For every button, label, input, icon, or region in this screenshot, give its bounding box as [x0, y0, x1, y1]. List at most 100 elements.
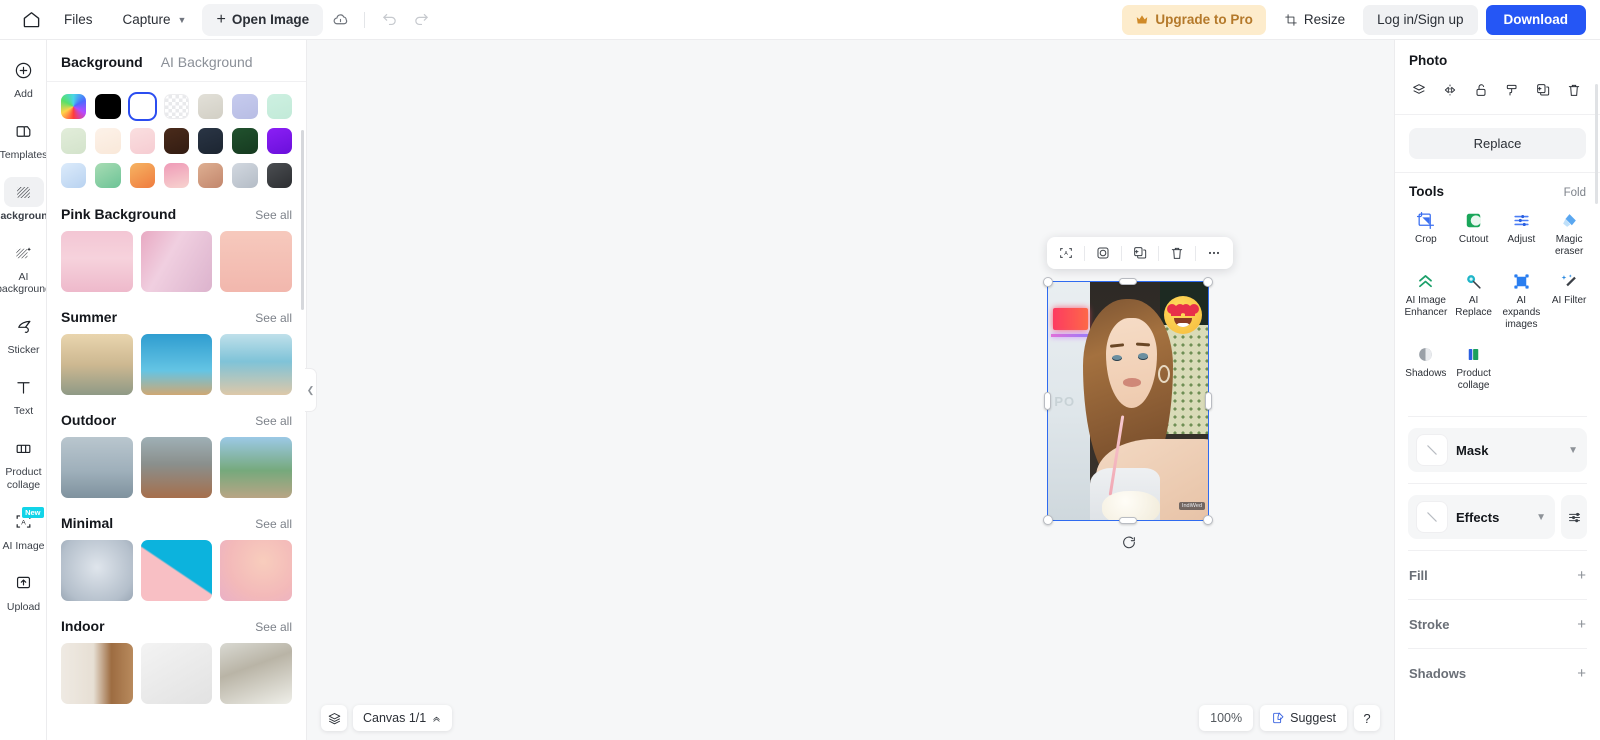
- tool-shadows[interactable]: Shadows: [1403, 341, 1449, 395]
- sidebar-item-ai-background[interactable]: AI background: [0, 233, 46, 299]
- tool-ai-expands-images[interactable]: AI expands images: [1499, 268, 1545, 334]
- thumb-sandy-beach-sea[interactable]: [220, 333, 292, 395]
- swatch-dark-brown[interactable]: [163, 128, 190, 154]
- tool-ai-replace[interactable]: AI Replace: [1451, 268, 1497, 334]
- swatch-sky-gradient[interactable]: [61, 162, 87, 188]
- thumb-mountain-forest-road[interactable]: [220, 436, 292, 498]
- thumb-wet-stone-path[interactable]: [61, 436, 133, 498]
- swatch-mint[interactable]: [266, 94, 293, 120]
- tool-ai-filter[interactable]: AI Filter: [1546, 268, 1592, 334]
- thumb-pink-curtain-window[interactable]: [140, 230, 213, 292]
- right-panel-scrollbar[interactable]: [1595, 84, 1598, 204]
- thumb-curtain-wood-wall[interactable]: [61, 642, 133, 704]
- thumb-peach-pink-blur[interactable]: [220, 539, 292, 601]
- see-all-indoor[interactable]: See all: [255, 620, 292, 634]
- download-button[interactable]: Download: [1485, 4, 1586, 35]
- thumb-grey-radial-gradient[interactable]: [61, 539, 133, 601]
- resize-handle-bottom-right[interactable]: [1203, 515, 1213, 525]
- swatch-charcoal-gradient[interactable]: [266, 162, 293, 188]
- swatch-navy[interactable]: [198, 128, 224, 154]
- fill-row[interactable]: Fill +: [1395, 562, 1600, 588]
- thumb-window-white-flowers[interactable]: [220, 642, 292, 704]
- resize-handle-top-left[interactable]: [1043, 277, 1053, 287]
- duplicate-icon[interactable]: [1528, 77, 1557, 103]
- suggest-button[interactable]: Suggest: [1260, 705, 1347, 731]
- sidebar-item-background[interactable]: Background: [0, 172, 46, 226]
- tab-ai-background[interactable]: AI Background: [161, 54, 253, 70]
- swatch-forest[interactable]: [232, 128, 258, 154]
- thumb-pool-water-deck[interactable]: [140, 333, 213, 395]
- zoom-level-control[interactable]: 100%: [1199, 705, 1254, 731]
- files-menu[interactable]: Files: [50, 5, 107, 35]
- more-icon[interactable]: [1200, 240, 1228, 266]
- swatch-orange-gradient[interactable]: [129, 162, 155, 188]
- shadows-row[interactable]: Shadows +: [1395, 660, 1600, 686]
- tab-background[interactable]: Background: [61, 54, 143, 70]
- ai-select-icon[interactable]: A: [1052, 240, 1080, 266]
- cloud-upload-icon[interactable]: [325, 5, 355, 35]
- duplicate-icon[interactable]: [1126, 240, 1154, 266]
- fold-button[interactable]: Fold: [1564, 187, 1586, 199]
- swatch-transparent[interactable]: [163, 94, 190, 120]
- tool-ai-image-enhancer[interactable]: AI Image Enhancer: [1403, 268, 1449, 334]
- panel-collapse-button[interactable]: ❮: [305, 368, 317, 412]
- replace-button[interactable]: Replace: [1409, 128, 1586, 159]
- photo-layer[interactable]: PO IndiWed: [1048, 282, 1208, 520]
- tool-product-collage[interactable]: Product collage: [1451, 341, 1497, 395]
- mask-row[interactable]: Mask ▼: [1408, 428, 1587, 472]
- see-all-minimal[interactable]: See all: [255, 517, 292, 531]
- swatch-blush[interactable]: [129, 128, 155, 154]
- resize-handle-left[interactable]: [1044, 392, 1051, 410]
- resize-handle-bottom-left[interactable]: [1043, 515, 1053, 525]
- cutout-icon[interactable]: [1089, 240, 1117, 266]
- upgrade-to-pro-button[interactable]: Upgrade to Pro: [1122, 4, 1266, 35]
- open-image-button[interactable]: + Open Image: [202, 3, 324, 36]
- resize-handle-top[interactable]: [1119, 278, 1137, 285]
- thumb-cyan-pink-diagonal[interactable]: [140, 539, 213, 601]
- thumb-cliff-coast-wood[interactable]: [140, 436, 213, 498]
- sliders-icon[interactable]: [1561, 495, 1587, 539]
- swatch-tan-gradient[interactable]: [198, 162, 224, 188]
- stroke-row[interactable]: Stroke +: [1395, 611, 1600, 637]
- tool-cutout[interactable]: Cutout: [1451, 207, 1497, 261]
- sidebar-item-upload[interactable]: Upload: [0, 563, 46, 617]
- capture-menu[interactable]: Capture ▼: [109, 5, 201, 35]
- swatch-pink-gradient[interactable]: [163, 162, 190, 188]
- swatch-warm-grey[interactable]: [198, 94, 224, 120]
- login-signup-button[interactable]: Log in/Sign up: [1363, 4, 1478, 35]
- see-all-pink[interactable]: See all: [255, 208, 292, 222]
- layers-order-icon[interactable]: [1404, 77, 1433, 103]
- home-icon[interactable]: [14, 3, 48, 37]
- flip-horizontal-icon[interactable]: [1435, 77, 1464, 103]
- add-fill-button[interactable]: +: [1577, 568, 1586, 583]
- swatch-silver-gradient[interactable]: [232, 162, 258, 188]
- thumb-pink-petals-podium[interactable]: [61, 230, 133, 292]
- sidebar-item-ai-image[interactable]: A New AI Image: [0, 502, 46, 556]
- sidebar-item-text[interactable]: Text: [0, 367, 46, 421]
- swatch-black[interactable]: [95, 94, 121, 120]
- help-button[interactable]: ?: [1354, 705, 1380, 731]
- effects-row[interactable]: Effects ▼: [1408, 495, 1555, 539]
- add-stroke-button[interactable]: +: [1577, 617, 1586, 632]
- sidebar-item-templates[interactable]: Templates: [0, 111, 46, 165]
- redo-icon[interactable]: [406, 5, 436, 35]
- see-all-outdoor[interactable]: See all: [255, 414, 292, 428]
- swatch-rainbow[interactable]: [61, 94, 87, 120]
- sidebar-item-product-collage[interactable]: Product collage: [0, 428, 46, 494]
- selected-image-frame[interactable]: PO IndiWed: [1043, 277, 1213, 525]
- tool-adjust[interactable]: Adjust: [1499, 207, 1545, 261]
- sidebar-item-sticker[interactable]: Sticker: [0, 306, 46, 360]
- canvas-selector[interactable]: Canvas 1/1: [353, 705, 453, 731]
- sidebar-item-add[interactable]: Add: [0, 50, 46, 104]
- resize-handle-top-right[interactable]: [1203, 277, 1213, 287]
- resize-handle-right[interactable]: [1205, 392, 1212, 410]
- tool-crop[interactable]: Crop: [1403, 207, 1449, 261]
- panel-scrollbar[interactable]: [301, 130, 304, 310]
- rotate-icon[interactable]: [1120, 534, 1138, 552]
- swatch-pale-green[interactable]: [61, 128, 87, 154]
- swatch-violet[interactable]: [266, 128, 293, 154]
- add-shadows-button[interactable]: +: [1577, 666, 1586, 681]
- layers-icon[interactable]: [321, 705, 347, 731]
- tool-magic-eraser[interactable]: Magic eraser: [1546, 207, 1592, 261]
- thumb-beach-palm-stone[interactable]: [61, 333, 133, 395]
